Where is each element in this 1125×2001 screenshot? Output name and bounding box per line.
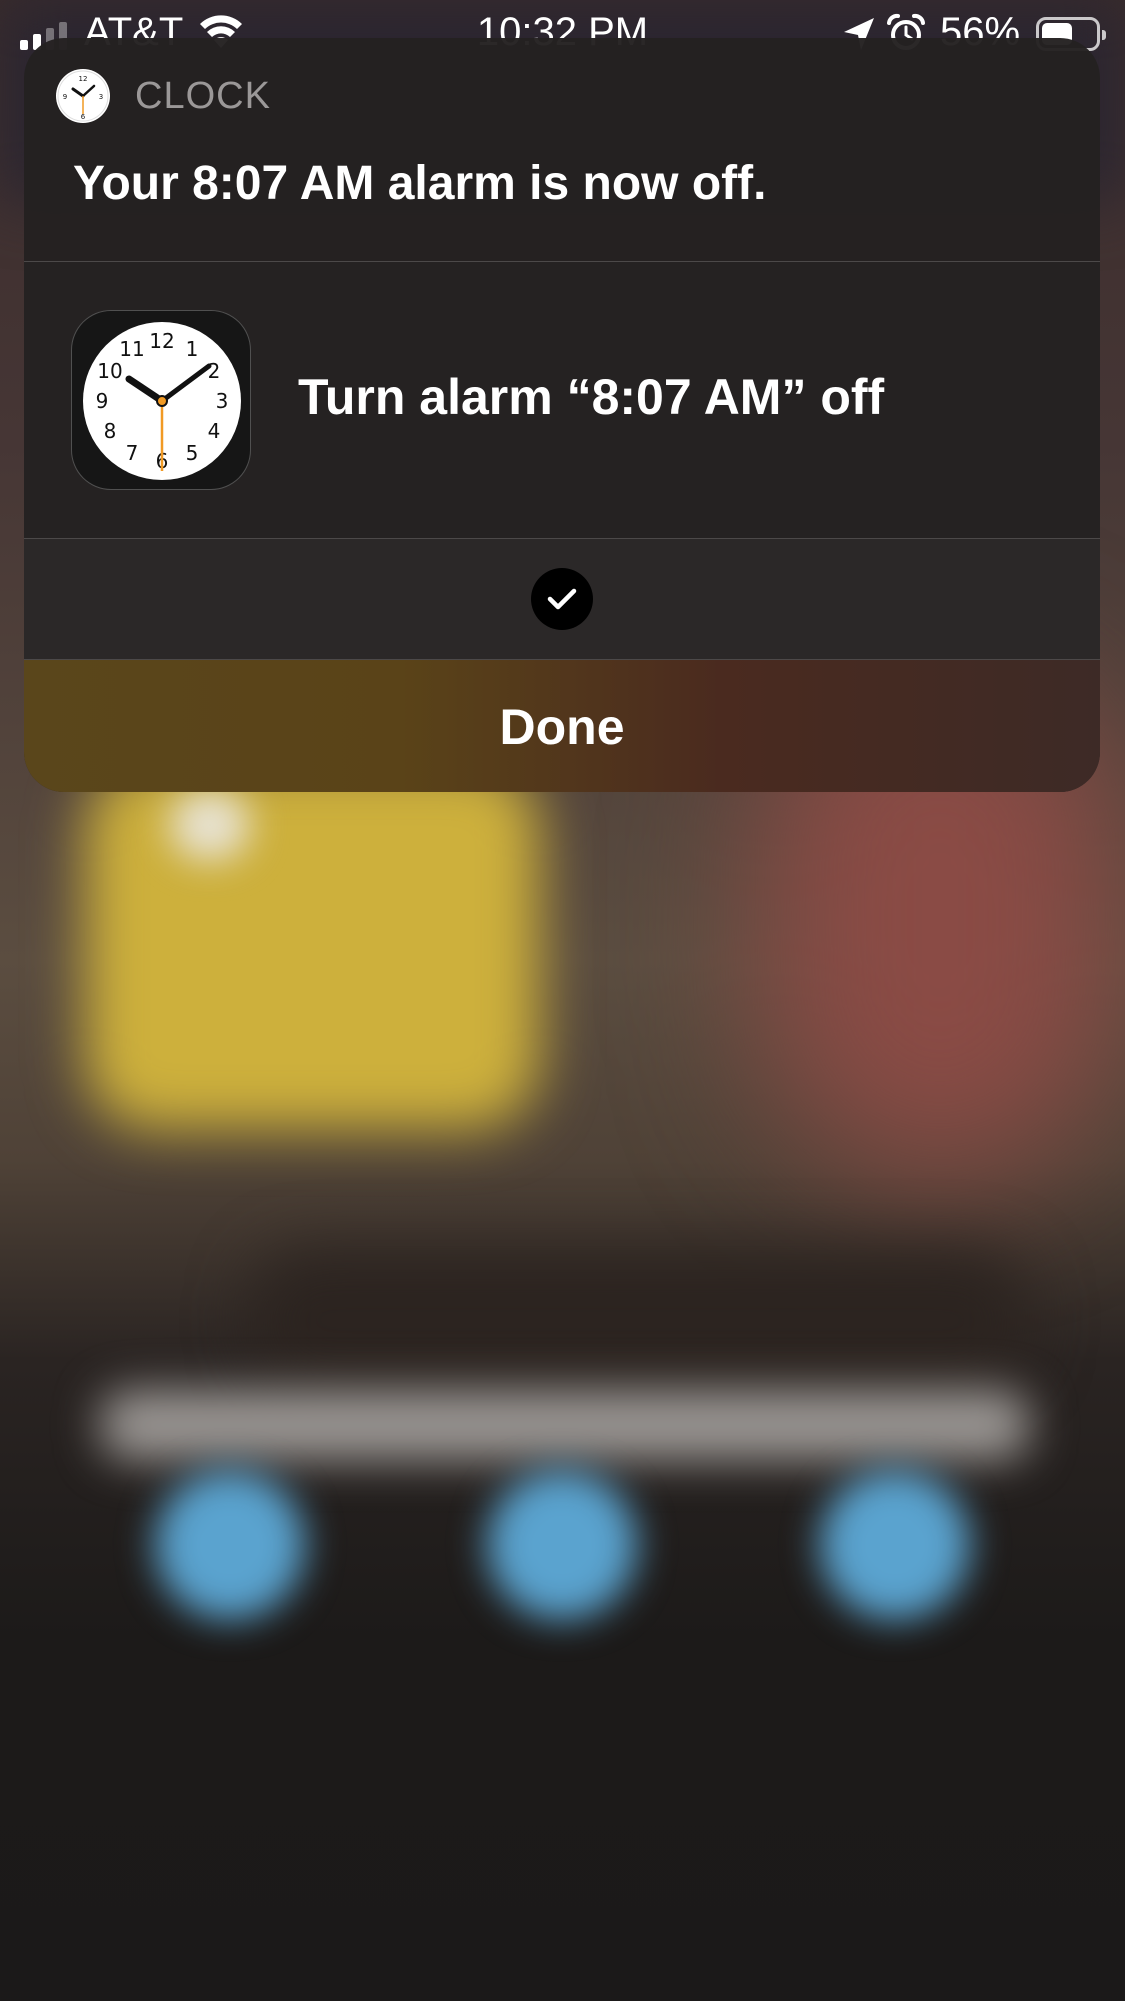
siri-clock-result-card: 12 6 9 3 CLOCK Your 8:07 AM alarm is now… [24, 38, 1100, 792]
clock-numeral: 12 [149, 329, 174, 353]
svg-text:3: 3 [99, 93, 103, 101]
clock-app-small-icon: 12 6 9 3 [56, 69, 110, 123]
svg-text:9: 9 [63, 93, 67, 101]
clock-numeral: 11 [119, 337, 144, 361]
svg-text:12: 12 [79, 75, 88, 83]
blurred-notes-widget [85, 760, 540, 1130]
alarm-off-message: Your 8:07 AM alarm is now off. [73, 157, 767, 210]
blurred-widget-highlight [170, 790, 250, 860]
done-button[interactable]: Done [24, 698, 1100, 756]
blurred-app-icon [155, 1470, 305, 1620]
app-header: 12 6 9 3 CLOCK [56, 68, 271, 124]
blurred-app-icon [487, 1470, 637, 1620]
clock-numeral: 8 [104, 419, 117, 443]
clock-numeral: 5 [186, 441, 199, 465]
blurred-app-icon [820, 1470, 970, 1620]
clock-face-icon: 121234567891011 [83, 322, 241, 480]
background-blur-dark [250, 1250, 1030, 1390]
svg-text:6: 6 [81, 113, 86, 121]
clock-numeral: 10 [97, 359, 122, 383]
blurred-widget-bar [100, 1390, 1030, 1460]
clock-numeral: 4 [208, 419, 221, 443]
intent-label: Turn alarm “8:07 AM” off [298, 369, 885, 425]
app-name-label: CLOCK [135, 74, 271, 117]
clock-numeral: 1 [186, 337, 199, 361]
clock-numeral: 2 [208, 359, 221, 383]
checkmark-icon [531, 568, 593, 630]
clock-app-icon: 121234567891011 [71, 310, 251, 490]
clock-numeral: 9 [96, 389, 109, 413]
clock-numeral: 3 [216, 389, 229, 413]
clock-numeral: 7 [126, 441, 139, 465]
